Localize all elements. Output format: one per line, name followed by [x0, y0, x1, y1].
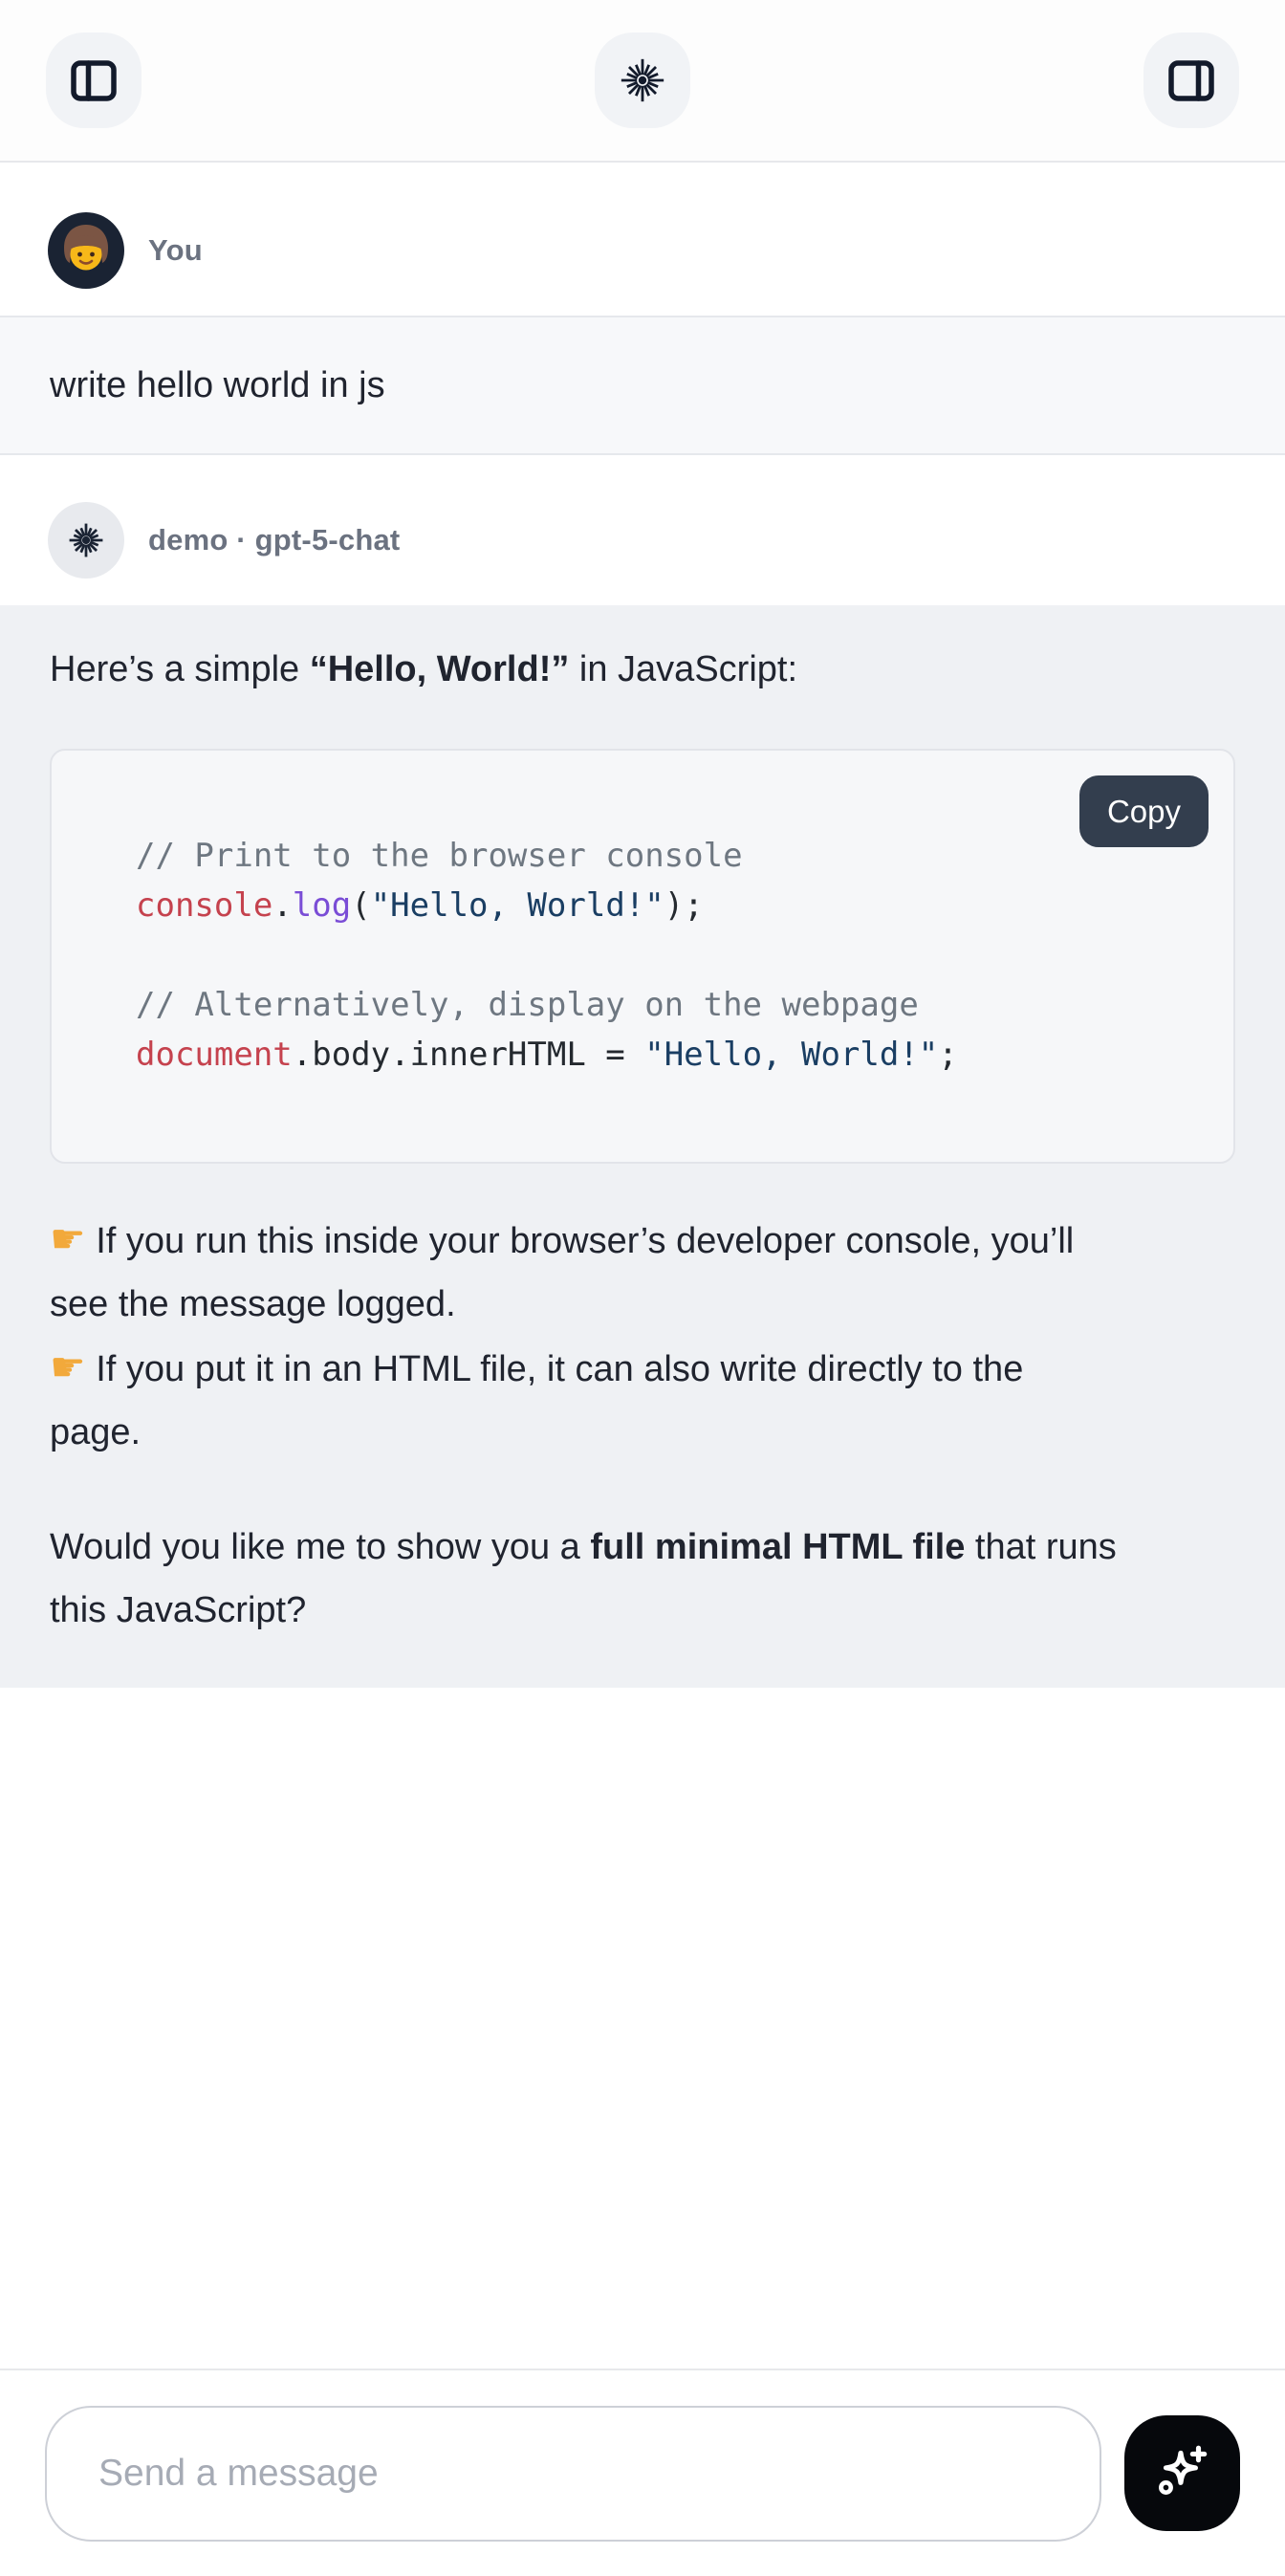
starburst-icon: [616, 54, 669, 107]
copy-code-button[interactable]: Copy: [1079, 775, 1209, 847]
panel-left-icon: [69, 55, 119, 105]
composer-bar: [0, 2369, 1285, 2576]
person-emoji-icon: [48, 212, 124, 289]
assistant-tips-paragraph: ☛ If you run this inside your browser’s …: [50, 1208, 1235, 1464]
pointing-right-icon: ☛: [50, 1216, 86, 1261]
assistant-role-row: demo · gpt-5-chat: [0, 502, 1285, 579]
conversation: You write hello world in js demo ·: [0, 163, 1285, 2369]
user-role-label: You: [148, 233, 203, 268]
user-message: write hello world in js: [0, 316, 1285, 455]
panel-right-icon: [1166, 55, 1216, 105]
message-input[interactable]: [45, 2406, 1101, 2542]
user-message-text: write hello world in js: [50, 365, 385, 405]
pointing-right-icon: ☛: [50, 1344, 86, 1389]
assistant-message: Here’s a simple “Hello, World!” in JavaS…: [0, 605, 1285, 1688]
code-block: Copy // Print to the browser consolecons…: [50, 749, 1235, 1164]
assistant-role-label: demo · gpt-5-chat: [148, 523, 400, 557]
assistant-avatar: [48, 502, 124, 579]
assistant-intro-paragraph: Here’s a simple “Hello, World!” in JavaS…: [50, 638, 1235, 701]
sparkle-icon: [1151, 2440, 1214, 2506]
user-role-row: You: [0, 212, 1285, 289]
user-avatar: [48, 212, 124, 289]
model-home-button[interactable]: [595, 33, 690, 128]
toggle-right-sidebar-button[interactable]: [1143, 33, 1239, 128]
top-bar: [0, 0, 1285, 163]
code-content: // Print to the browser consoleconsole.l…: [136, 831, 1149, 1080]
send-button[interactable]: [1124, 2415, 1240, 2531]
toggle-left-sidebar-button[interactable]: [46, 33, 142, 128]
starburst-icon: [65, 519, 107, 561]
chat-app: You write hello world in js demo ·: [0, 0, 1285, 2576]
assistant-followup-paragraph: Would you like me to show you a full min…: [50, 1516, 1235, 1642]
